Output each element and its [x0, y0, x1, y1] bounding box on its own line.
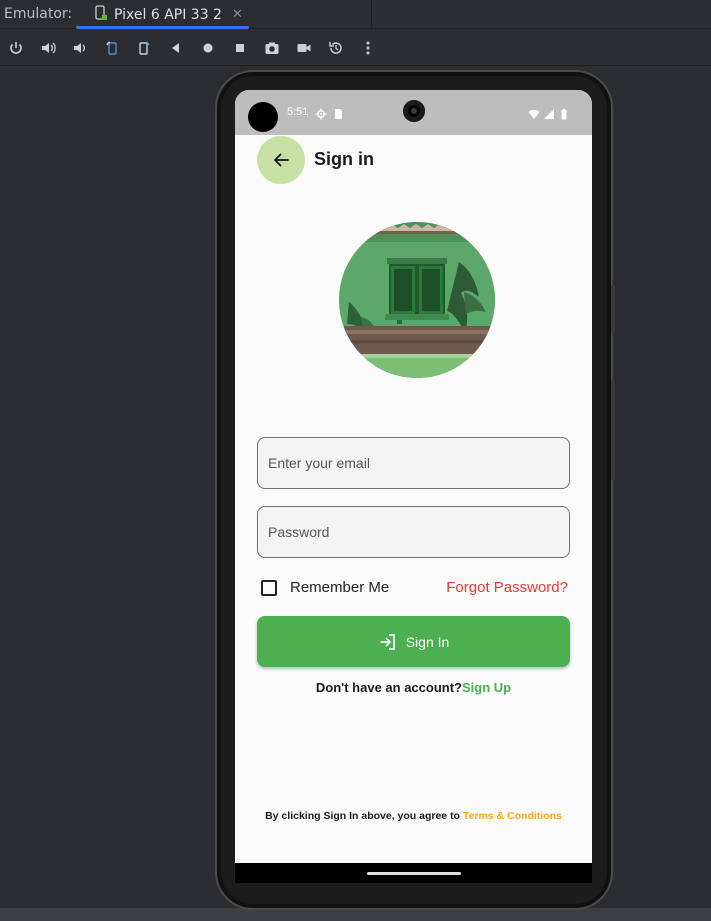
volume-up-icon[interactable] [32, 30, 64, 66]
gesture-nav-bar [235, 863, 592, 883]
terms-notice: By clicking Sign In above, you agree to … [235, 810, 592, 822]
front-camera [403, 100, 425, 122]
tab-divider [371, 0, 372, 29]
status-notification-icons [315, 105, 344, 124]
email-field[interactable] [257, 437, 570, 489]
back-button[interactable] [257, 136, 305, 184]
emulator-toolbar [0, 30, 711, 66]
snapshot-icon[interactable] [320, 30, 352, 66]
emulator-label: Emulator: [4, 6, 73, 22]
device-screen: 5:51 Sign in Enter your email Remember M… [235, 90, 592, 883]
remember-row: Remember Me Forgot Password? [257, 578, 570, 600]
status-bar: 5:51 [235, 90, 592, 135]
back-icon[interactable] [160, 30, 192, 66]
terms-conditions-link[interactable]: Terms & Conditions [463, 810, 562, 822]
sign-up-link[interactable]: Sign Up [462, 680, 511, 695]
signup-prompt: Don't have an account?Sign Up [235, 680, 592, 695]
settings-status-icon [315, 105, 327, 124]
home-gesture-handle[interactable] [367, 872, 461, 875]
device-icon [94, 4, 108, 25]
arrow-back-icon [274, 153, 289, 167]
volume-down-icon[interactable] [64, 30, 96, 66]
email-input[interactable] [268, 455, 569, 471]
password-field[interactable] [257, 506, 570, 558]
signup-question: Don't have an account? [315, 680, 462, 695]
phone-power-button [611, 285, 615, 333]
power-icon[interactable] [0, 30, 32, 66]
screen-record-icon[interactable] [288, 30, 320, 66]
status-time: 5:51 [287, 106, 309, 118]
remember-me-checkbox[interactable] [261, 580, 277, 596]
screenshot-icon[interactable] [256, 30, 288, 66]
sign-in-button[interactable]: Sign In [257, 616, 570, 667]
profile-avatar-image [339, 222, 495, 378]
rotate-right-icon[interactable] [128, 30, 160, 66]
status-system-icons [528, 105, 570, 124]
login-icon [379, 633, 395, 650]
wifi-icon [528, 105, 540, 124]
home-icon[interactable] [192, 30, 224, 66]
overview-icon[interactable] [224, 30, 256, 66]
more-icon[interactable] [352, 30, 384, 66]
sd-card-icon [332, 105, 344, 124]
ide-tab-bar: Emulator: Pixel 6 API 33 2 ✕ [0, 0, 711, 29]
battery-icon [558, 105, 570, 124]
camera-cutout-dot [248, 102, 278, 132]
password-input[interactable] [268, 524, 569, 540]
app-bar: Sign in [235, 135, 592, 195]
phone-volume-button [611, 380, 615, 480]
signal-icon [543, 105, 555, 124]
rotate-left-icon[interactable] [96, 30, 128, 66]
close-icon[interactable]: ✕ [232, 7, 243, 22]
device-tab-label: Pixel 6 API 33 2 [114, 6, 222, 23]
forgot-password-link[interactable]: Forgot Password? [446, 579, 568, 596]
remember-me-label[interactable]: Remember Me [290, 579, 389, 596]
sign-in-label: Sign In [405, 633, 450, 650]
terms-text: By clicking Sign In above, you agree to [265, 810, 463, 822]
page-title: Sign in [314, 149, 374, 169]
device-tab[interactable]: Pixel 6 API 33 2 ✕ [78, 0, 248, 29]
